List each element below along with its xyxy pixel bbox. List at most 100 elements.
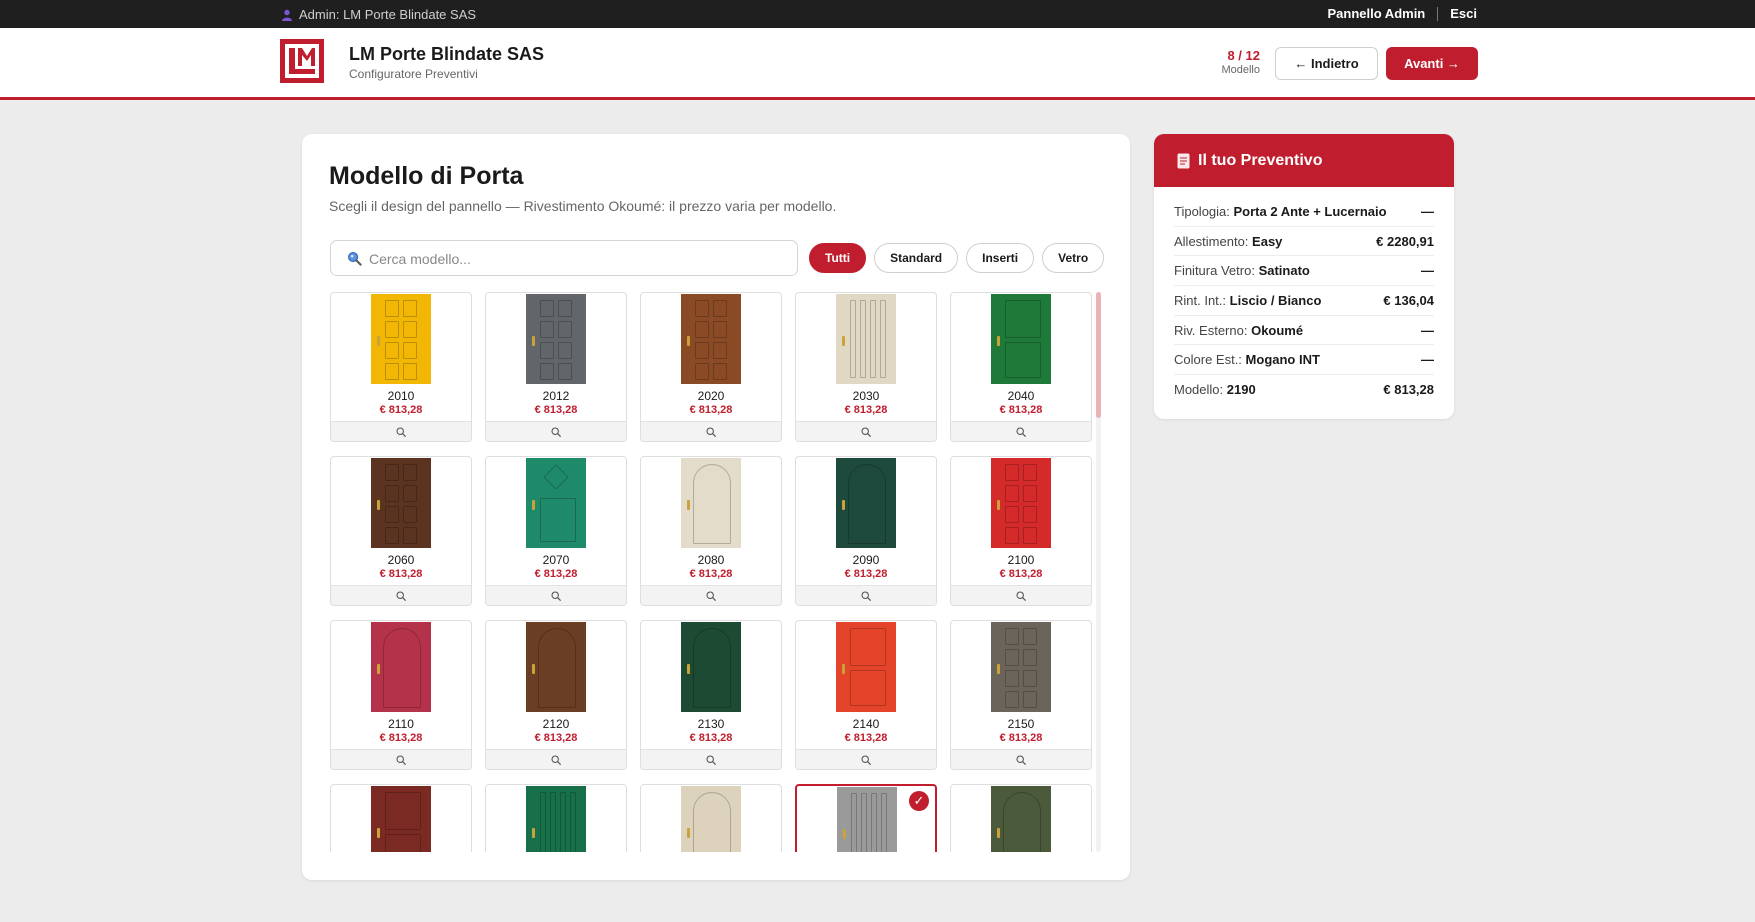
zoom-button[interactable] xyxy=(331,749,471,769)
model-code: 2130 xyxy=(697,717,725,731)
model-card-2012[interactable]: 2012 € 813,28 xyxy=(485,292,627,442)
model-card-2200[interactable]: 2200€ 813,28 xyxy=(950,784,1092,852)
page-description: Scegli il design del pannello — Rivestim… xyxy=(329,198,837,214)
zoom-button[interactable] xyxy=(641,421,781,441)
magnifier-icon xyxy=(861,590,871,601)
door-handle xyxy=(842,664,845,674)
quote-key: Colore Est.: xyxy=(1174,352,1242,368)
door-handle xyxy=(687,664,690,674)
search-icon xyxy=(348,252,362,266)
logout-link[interactable]: Esci xyxy=(1450,6,1477,21)
door-panel xyxy=(870,300,876,378)
filter-chips: Tutti Standard Inserti Vetro xyxy=(809,243,1105,273)
zoom-button[interactable] xyxy=(951,585,1091,605)
quote-header: Il tuo Preventivo xyxy=(1154,134,1454,187)
door-panel xyxy=(1023,527,1037,544)
search-input[interactable] xyxy=(369,249,789,269)
model-card-2010[interactable]: 2010 € 813,28 xyxy=(330,292,472,442)
model-card-2030[interactable]: 2030 € 813,28 xyxy=(795,292,937,442)
app-subtitle: Configuratore Preventivi xyxy=(349,67,478,81)
door-panel xyxy=(385,485,399,502)
door-thumbnail xyxy=(681,294,741,384)
next-button[interactable]: Avanti → xyxy=(1386,47,1478,80)
model-card-2090[interactable]: 2090 € 813,28 xyxy=(795,456,937,606)
model-card-2170[interactable]: 2170€ 813,28 xyxy=(485,784,627,852)
door-thumbnail xyxy=(837,787,897,852)
zoom-button[interactable] xyxy=(951,421,1091,441)
filter-tutti[interactable]: Tutti xyxy=(809,243,867,273)
door-handle xyxy=(532,828,535,838)
door-handle xyxy=(532,664,535,674)
door-handle xyxy=(687,828,690,838)
zoom-button[interactable] xyxy=(951,749,1091,769)
quote-summary: Il tuo Preventivo Tipologia: Porta 2 Ant… xyxy=(1154,134,1454,419)
quote-row: Colore Est.: Mogano INT — xyxy=(1174,345,1434,376)
quote-key: Modello: xyxy=(1174,382,1224,398)
door-panel xyxy=(385,342,399,359)
door-panel xyxy=(1005,506,1019,523)
door-handle xyxy=(997,500,1000,510)
door-panel xyxy=(540,792,546,852)
zoom-button[interactable] xyxy=(331,421,471,441)
zoom-button[interactable] xyxy=(331,585,471,605)
zoom-button[interactable] xyxy=(486,421,626,441)
door-panel xyxy=(540,342,554,359)
zoom-button[interactable] xyxy=(641,749,781,769)
magnifier-icon xyxy=(706,426,716,437)
search-box xyxy=(330,240,798,276)
model-card-2130[interactable]: 2130 € 813,28 xyxy=(640,620,782,770)
model-card-2150[interactable]: 2150 € 813,28 xyxy=(950,620,1092,770)
door-handle xyxy=(997,336,1000,346)
door-panel xyxy=(540,321,554,338)
model-card-2110[interactable]: 2110 € 813,28 xyxy=(330,620,472,770)
model-card-2120[interactable]: 2120 € 813,28 xyxy=(485,620,627,770)
door-handle xyxy=(687,500,690,510)
zoom-button[interactable] xyxy=(796,749,936,769)
back-button[interactable]: ← Indietro xyxy=(1275,47,1378,80)
model-code: 2100 xyxy=(1007,553,1035,567)
model-card-2140[interactable]: 2140 € 813,28 xyxy=(795,620,937,770)
door-handle xyxy=(842,500,845,510)
selected-check-icon: ✓ xyxy=(909,791,929,811)
model-card-2070[interactable]: 2070 € 813,28 xyxy=(485,456,627,606)
model-card-2060[interactable]: 2060 € 813,28 xyxy=(330,456,472,606)
model-card-2020[interactable]: 2020 € 813,28 xyxy=(640,292,782,442)
door-panel xyxy=(1005,342,1041,378)
model-code: 2040 xyxy=(1007,389,1035,403)
door-panel xyxy=(850,670,886,706)
zoom-button[interactable] xyxy=(486,749,626,769)
model-card-2160[interactable]: 2160€ 813,28 xyxy=(330,784,472,852)
door-thumbnail xyxy=(681,622,741,712)
zoom-button[interactable] xyxy=(486,585,626,605)
model-card-2190[interactable]: 2190€ 813,28✓ xyxy=(795,784,937,852)
filter-inserti[interactable]: Inserti xyxy=(966,243,1035,273)
door-panel xyxy=(540,363,554,380)
door-handle xyxy=(532,336,535,346)
door-panel xyxy=(403,342,417,359)
quote-amount: — xyxy=(1421,352,1434,368)
zoom-button[interactable] xyxy=(796,585,936,605)
door-panel xyxy=(403,464,417,481)
model-grid-viewport[interactable]: 2010 € 813,28 2012 € 813,28 2020 € 813,28 2030… xyxy=(330,292,1100,852)
door-panel xyxy=(558,363,572,380)
model-price: € 813,28 xyxy=(999,732,1043,744)
zoom-button[interactable] xyxy=(641,585,781,605)
model-code: 2110 xyxy=(388,717,414,731)
zoom-button[interactable] xyxy=(796,421,936,441)
magnifier-icon xyxy=(551,754,561,765)
door-thumbnail xyxy=(371,458,431,548)
door-panel xyxy=(1023,464,1037,481)
model-code: 2012 xyxy=(542,389,570,403)
door-thumbnail xyxy=(681,786,741,852)
model-card-2180[interactable]: 2180€ 813,28 xyxy=(640,784,782,852)
filter-vetro[interactable]: Vetro xyxy=(1042,243,1105,273)
model-card-2080[interactable]: 2080 € 813,28 xyxy=(640,456,782,606)
model-price: € 813,28 xyxy=(534,568,578,580)
scrollbar-thumb[interactable] xyxy=(1096,292,1101,418)
filter-standard[interactable]: Standard xyxy=(874,243,959,273)
admin-panel-link[interactable]: Pannello Admin xyxy=(1328,6,1426,21)
model-card-2100[interactable]: 2100 € 813,28 xyxy=(950,456,1092,606)
door-panel xyxy=(385,792,421,830)
model-card-2040[interactable]: 2040 € 813,28 xyxy=(950,292,1092,442)
model-price: € 813,28 xyxy=(689,404,733,416)
